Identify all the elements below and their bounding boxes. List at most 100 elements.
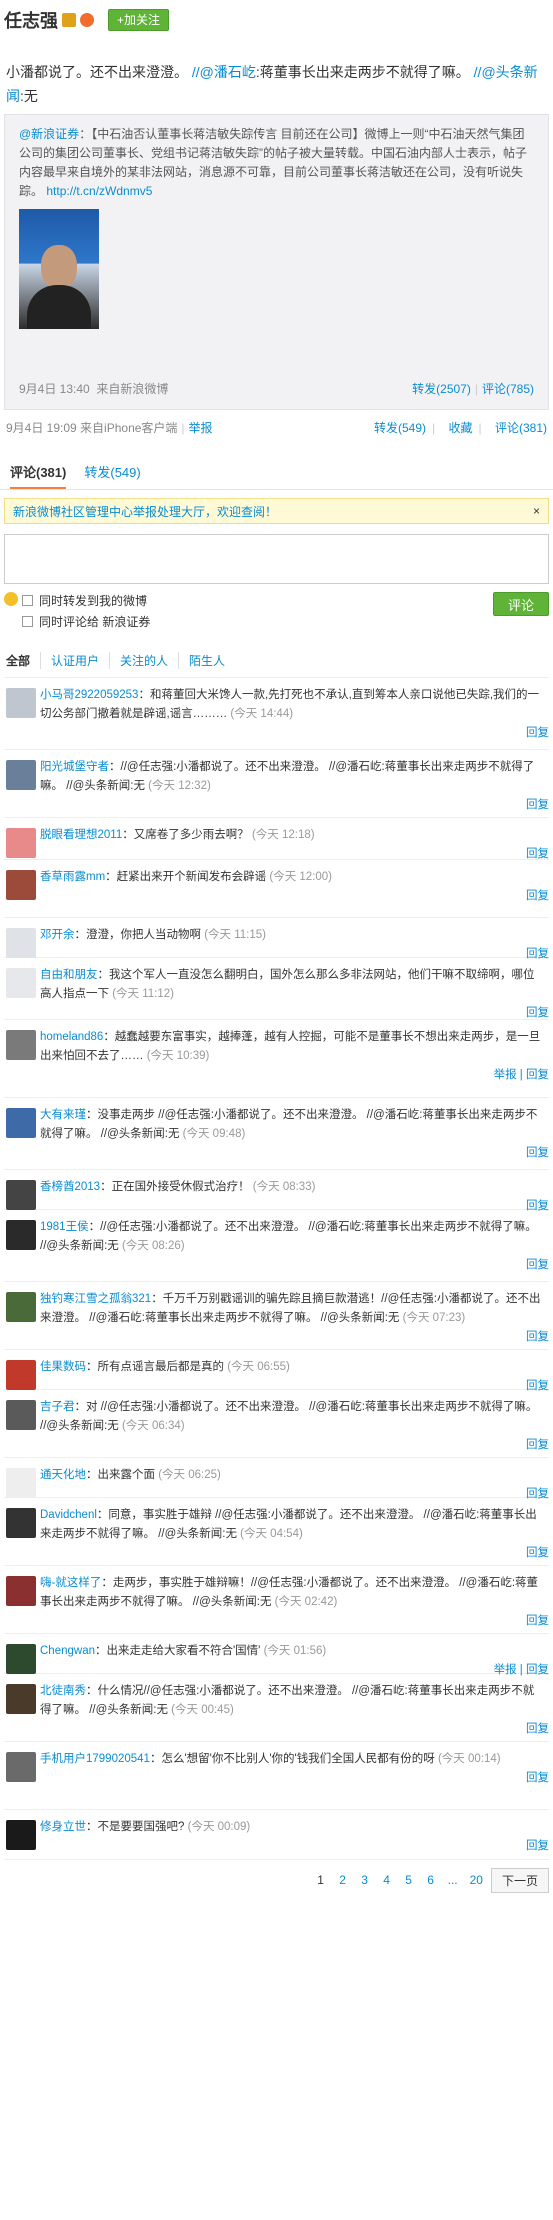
quoted-author[interactable]: @新浪证券 (19, 127, 79, 141)
user-name[interactable]: 任志强 (4, 7, 58, 33)
follow-button[interactable]: +加关注 (108, 9, 170, 31)
commenter-name[interactable]: 大有来瑾 (40, 1109, 86, 1121)
avatar[interactable] (6, 1292, 36, 1322)
page-link[interactable]: 1 (312, 1871, 330, 1889)
commenter-name[interactable]: 脱眼看理想2011 (40, 829, 122, 841)
commenter-name[interactable]: 北徒南秀 (40, 1685, 86, 1697)
close-icon[interactable]: × (533, 504, 540, 518)
commenter-name[interactable]: 修身立世 (40, 1821, 86, 1833)
comment-item: 手机用户1799020541：怎么'想留'你不比别人'你的'钱我们全国人民都有份… (4, 1742, 549, 1810)
reply-link[interactable]: 回复 (526, 1439, 549, 1451)
submit-comment-button[interactable]: 评论 (493, 592, 549, 616)
comment-body: ：所有点谣言最后都是真的 (86, 1361, 224, 1373)
page-link[interactable]: 6 (422, 1871, 440, 1889)
page-link[interactable]: 4 (378, 1871, 396, 1889)
checkbox[interactable] (22, 595, 33, 606)
reply-link[interactable]: 回复 (526, 1007, 549, 1019)
commenter-name[interactable]: 嗨-就这样了 (40, 1577, 101, 1589)
avatar[interactable] (6, 1508, 36, 1538)
avatar[interactable] (6, 1468, 36, 1498)
filter-following[interactable]: 关注的人 (109, 652, 178, 669)
avatar[interactable] (6, 1360, 36, 1390)
next-page-button[interactable]: 下一页 (490, 1867, 549, 1893)
avatar[interactable] (6, 828, 36, 858)
reply-link[interactable]: 回复 (526, 1840, 549, 1852)
commenter-name[interactable]: 通天化地 (40, 1469, 86, 1481)
commenter-name[interactable]: 香草雨露mm (40, 871, 105, 883)
avatar[interactable] (6, 1220, 36, 1250)
page-link[interactable]: 2 (334, 1871, 352, 1889)
avatar[interactable] (6, 1180, 36, 1210)
commenter-name[interactable]: homeland86 (40, 1031, 103, 1043)
quoted-post: @新浪证券：【中石油否认董事长蒋洁敏失踪传言 目前还在公司】微博上一则“中石油天… (4, 114, 549, 410)
reply-link[interactable]: 回复 (526, 727, 549, 739)
commenter-name[interactable]: Chengwan (40, 1645, 95, 1657)
emoji-icon[interactable] (4, 592, 18, 606)
notice-text[interactable]: 新浪微博社区管理中心举报处理大厅，欢迎查阅！ (13, 503, 277, 520)
commenter-name[interactable]: 香榜酋2013 (40, 1181, 100, 1193)
reply-link[interactable]: 回复 (526, 890, 549, 902)
filter-all[interactable]: 全部 (4, 652, 40, 669)
commenter-name[interactable]: 吉子君 (40, 1401, 75, 1413)
avatar[interactable] (6, 1820, 36, 1850)
comment-link[interactable]: 评论(381) (495, 421, 547, 435)
avatar[interactable] (6, 1108, 36, 1138)
tab-repost[interactable]: 转发(549) (84, 462, 140, 489)
reply-link[interactable]: 回复 (526, 1259, 549, 1271)
reply-link[interactable]: 回复 (526, 848, 549, 860)
comment-time: (今天 01:56) (263, 1645, 327, 1657)
avatar[interactable] (6, 968, 36, 998)
reply-link[interactable]: 回复 (526, 1547, 549, 1559)
avatar[interactable] (6, 1400, 36, 1430)
avatar[interactable] (6, 870, 36, 900)
reply-link[interactable]: 回复 (526, 1723, 549, 1735)
commenter-name[interactable]: 小马哥2922059253 (40, 689, 138, 701)
page-link[interactable]: 5 (400, 1871, 418, 1889)
quoted-comment[interactable]: 评论(785) (482, 382, 534, 396)
weibo-page: 任志强 +加关注 小潘都说了。还不出来澄澄。 //@潘石屹:蒋董事长出来走两步不… (0, 0, 553, 1900)
avatar[interactable] (6, 688, 36, 718)
mention-link[interactable]: //@潘石屹 (192, 64, 256, 80)
reply-link[interactable]: 回复 (526, 799, 549, 811)
quoted-date[interactable]: 9月4日 13:40 (19, 382, 90, 396)
comment-item: homeland86：越蠢越要东富事实，越捧蓬，越有人控掘，可能不是董事长不想出… (4, 1020, 549, 1098)
reply-link[interactable]: 举报 | 回复 (494, 1069, 549, 1081)
reply-link[interactable]: 回复 (526, 1331, 549, 1343)
avatar[interactable] (6, 1576, 36, 1606)
repost-option[interactable]: 同时转发到我的微博 (22, 592, 150, 609)
commenter-name[interactable]: 独钓寒江雪之孤翁321 (40, 1293, 151, 1305)
avatar[interactable] (6, 1030, 36, 1060)
avatar[interactable] (6, 1752, 36, 1782)
comment-to-option[interactable]: 同时评论给 新浪证券 (22, 613, 150, 630)
quoted-photo[interactable] (19, 209, 99, 329)
filter-strangers[interactable]: 陌生人 (178, 652, 235, 669)
commenter-name[interactable]: 阳光城堡守者 (40, 761, 109, 773)
comment-body: ：出来走走给大家看不符合'国情' (94, 1645, 261, 1657)
commenter-name[interactable]: 佳果数码 (40, 1361, 86, 1373)
repost-link[interactable]: 转发(549) (374, 421, 426, 435)
favorite-link[interactable]: 收藏 (449, 421, 473, 435)
avatar[interactable] (6, 760, 36, 790)
quoted-link[interactable]: http://t.cn/zWdnmv5 (46, 184, 152, 198)
avatar[interactable] (6, 1684, 36, 1714)
reply-link[interactable]: 回复 (526, 1147, 549, 1159)
avatar[interactable] (6, 1644, 36, 1674)
quoted-repost[interactable]: 转发(2507) (412, 382, 471, 396)
commenter-name[interactable]: 手机用户1799020541 (40, 1753, 150, 1765)
checkbox[interactable] (22, 616, 33, 627)
tab-comment[interactable]: 评论(381) (10, 462, 67, 489)
avatar[interactable] (6, 928, 36, 958)
commenter-name[interactable]: Davidchenl (40, 1509, 97, 1521)
page-link[interactable]: 20 (466, 1871, 487, 1889)
comment-input[interactable] (4, 534, 549, 584)
comment-time: (今天 14:44) (230, 708, 294, 720)
quoted-footer: 9月4日 13:40 来自新浪微博 转发(2507) | 评论(785) (19, 382, 534, 396)
filter-verified[interactable]: 认证用户 (40, 652, 109, 669)
reply-link[interactable]: 回复 (526, 1615, 549, 1627)
commenter-name[interactable]: 邓开余 (40, 929, 75, 941)
commenter-name[interactable]: 1981王侯 (40, 1221, 89, 1233)
reply-link[interactable]: 回复 (526, 1772, 549, 1784)
commenter-name[interactable]: 自由和朋友 (40, 969, 98, 981)
report-link[interactable]: 举报 (189, 421, 213, 435)
page-link[interactable]: 3 (356, 1871, 374, 1889)
